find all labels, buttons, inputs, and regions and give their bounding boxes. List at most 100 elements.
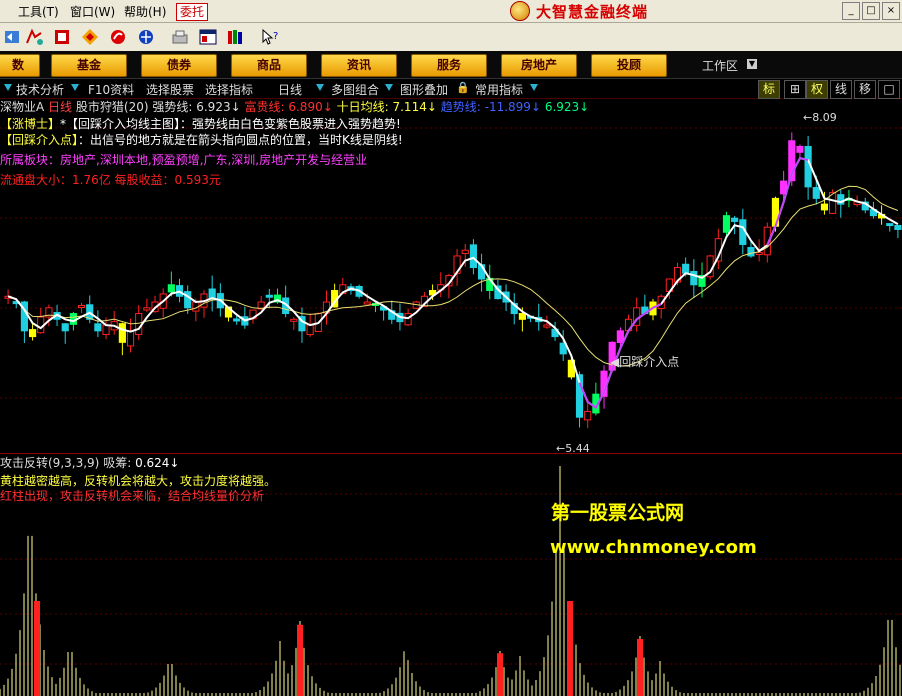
sub-field-label: 吸筹: [103, 456, 132, 470]
window-controls: _ □ × [842, 2, 900, 20]
layout-icon[interactable] [24, 27, 44, 47]
category-bar: 数 基金 债券 商品 资讯 服务 房地产 投顾 [0, 51, 902, 79]
dropdown-arrow-icon[interactable] [71, 84, 79, 91]
tab-select-stock[interactable]: 选择股票 [146, 81, 194, 98]
window-icon[interactable] [198, 27, 218, 47]
category-button[interactable]: 基金 [51, 54, 127, 77]
watermark-url: www.chnmoney.com [550, 537, 757, 558]
sub-indicator-name: 攻击反转(9,3,3,9) [0, 456, 100, 470]
sub-field-value: 0.624↓ [135, 456, 180, 470]
candle [143, 307, 151, 311]
fortune-line-value: 6.890↓ [288, 100, 333, 114]
minimize-button[interactable]: _ [842, 2, 860, 20]
ten-day-ma-label: 十日均线: [336, 100, 389, 114]
candle [306, 324, 314, 336]
tab-select-indicator[interactable]: 选择指标 [205, 81, 253, 98]
tip-line-2: 【回踩介入点】：出信号的地方就是在箭头指向圆点的位置，当时K线是阴线! [0, 133, 403, 147]
workarea-label[interactable]: 工作区 [702, 57, 738, 74]
menu-tools[interactable]: 工具(T) [18, 3, 59, 20]
sub-note-1: 黄柱越密越高，反转机会将越大，攻击力度将越强。 [0, 474, 277, 488]
link-icon[interactable] [108, 27, 128, 47]
dropdown-arrow-icon[interactable] [316, 84, 324, 91]
entrust-button[interactable]: 委托 [176, 3, 209, 21]
candle [167, 284, 175, 293]
books-icon[interactable] [226, 27, 246, 47]
svg-text:?: ? [273, 31, 278, 42]
mark-button[interactable]: 标 [758, 80, 780, 99]
tab-daily[interactable]: 日线 [278, 81, 302, 98]
grid-button[interactable]: ⊞ [784, 80, 806, 99]
sector-info: 所属板块：房地产,深圳本地,预盈预增,广东,深圳,房地产开发与经营业 [0, 153, 368, 167]
candle [894, 224, 902, 230]
lock-icon[interactable]: 🔒 [456, 81, 470, 94]
tip-text: ：出信号的地方就是在箭头指向圆点的位置，当时K线是阴线! [78, 133, 403, 147]
strong-trend-line [7, 156, 899, 410]
candle [61, 323, 69, 332]
stock-icon[interactable] [52, 27, 72, 47]
red-signal-bar [567, 601, 573, 696]
strong-line-value: 6.923↓ [196, 100, 241, 114]
chevron-down-icon[interactable]: ▼ [747, 59, 757, 69]
watermark-title: 第一股票公式网 [551, 502, 685, 524]
extra-line-value: 6.923↓ [544, 100, 590, 114]
low-price-label: ←5.44 [556, 442, 590, 452]
diamond-icon[interactable] [80, 27, 100, 47]
window-button[interactable]: □ [878, 80, 900, 99]
dropdown-arrow-icon[interactable] [530, 84, 538, 91]
adjust-button[interactable]: 权 [806, 80, 828, 99]
category-button[interactable]: 数 [0, 54, 40, 77]
candle [28, 329, 37, 338]
indicator-name: 股市狩猎(20) [75, 100, 149, 114]
candle [820, 203, 829, 211]
trend-line-value: -11.899↓ [484, 100, 541, 114]
candle [722, 215, 731, 233]
category-button[interactable]: 投顾 [591, 54, 667, 77]
menu-help[interactable]: 帮助(H) [124, 3, 166, 20]
candle [682, 263, 690, 274]
close-button[interactable]: × [882, 2, 900, 20]
tab-f10[interactable]: F10资料 [88, 81, 134, 98]
candle [265, 294, 273, 298]
candle [796, 145, 804, 153]
candle [747, 247, 755, 257]
back-icon[interactable] [2, 27, 22, 47]
menu-window[interactable]: 窗口(W) [70, 3, 115, 20]
web-icon[interactable] [136, 27, 156, 47]
high-price-label: ←8.09 [803, 111, 837, 124]
line-button[interactable]: 线 [830, 80, 852, 99]
candle [94, 323, 102, 332]
logo-icon [510, 1, 530, 21]
candle [616, 330, 624, 344]
category-button[interactable]: 房地产 [501, 54, 577, 77]
candle [584, 410, 592, 421]
candle [461, 249, 469, 255]
toolbar: ? [0, 23, 902, 52]
period-label: 日线 [48, 100, 73, 114]
tab-technical-analysis[interactable]: 技术分析 [16, 81, 64, 98]
tray-icon[interactable] [170, 27, 190, 47]
dropdown-arrow-icon[interactable] [4, 84, 12, 91]
maximize-button[interactable]: □ [862, 2, 880, 20]
category-button[interactable]: 资讯 [321, 54, 397, 77]
category-button[interactable]: 商品 [231, 54, 307, 77]
category-button[interactable]: 服务 [411, 54, 487, 77]
dropdown-arrow-icon[interactable] [385, 84, 393, 91]
sub-note-2: 红柱出现，攻击反转机会来临，结合均线量价分析 [0, 489, 265, 503]
candle [543, 324, 551, 328]
candle [731, 217, 739, 222]
fortune-line-label: 富贵线: [244, 100, 285, 114]
tip-text: ：强势线由白色变紫色股票进入强势趋势! [180, 117, 401, 131]
help-cursor-icon[interactable]: ? [260, 27, 280, 47]
candle [77, 304, 86, 308]
candle [755, 252, 763, 256]
tab-common-indicators[interactable]: 常用指标 [475, 81, 523, 98]
tab-overlay[interactable]: 图形叠加 [400, 81, 448, 98]
app-title: 大智慧金融终端 [536, 2, 649, 21]
red-signal-bar [34, 601, 40, 696]
kline-chart[interactable]: ←8.09 ←5.44 ◀回踩介入点 [0, 98, 902, 452]
candle [690, 270, 698, 286]
move-button[interactable]: 移 [854, 80, 876, 99]
category-button[interactable]: 债券 [141, 54, 217, 77]
menu-bar: 工具(T) 窗口(W) 帮助(H) 委托 大智慧金融终端 _ □ × [0, 0, 902, 23]
tab-multi-chart[interactable]: 多图组合 [331, 81, 379, 98]
